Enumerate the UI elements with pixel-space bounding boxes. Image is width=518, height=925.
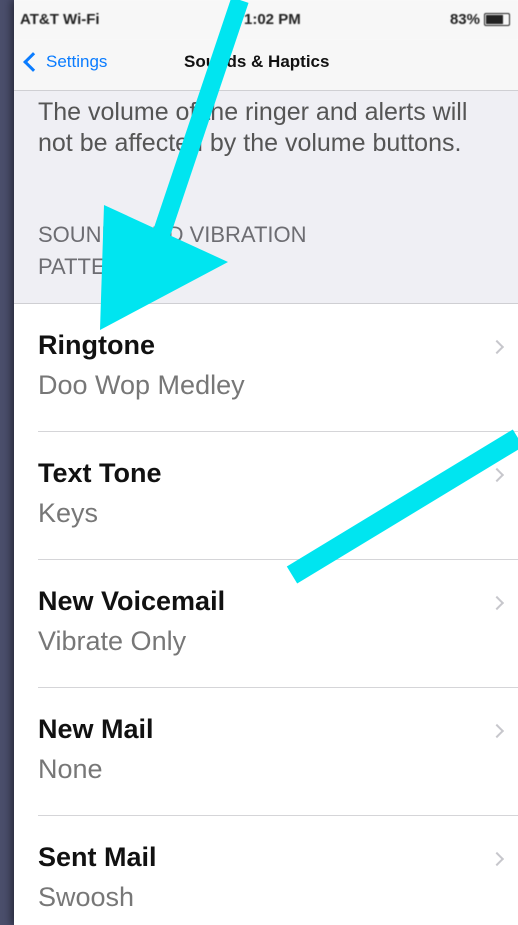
chevron-right-icon <box>489 851 505 867</box>
battery-percentage: 83% <box>449 11 480 28</box>
row-title: Sent Mail <box>38 842 157 872</box>
status-right: 83% <box>450 11 510 28</box>
row-title: Ringtone <box>38 330 155 360</box>
navigation-bar: Settings Sounds & Haptics <box>14 40 518 91</box>
new-voicemail-row[interactable]: New Voicemail Vibrate Only <box>38 560 518 688</box>
section-title: SOUNDS AND VIBRATION PATTERNS <box>38 222 307 279</box>
row-value: Swoosh <box>38 882 135 912</box>
row-value: Doo Wop Medley <box>38 370 245 400</box>
row-title: Text Tone <box>38 458 162 488</box>
sent-mail-row[interactable]: Sent Mail Swoosh <box>38 816 518 925</box>
status-time: 1:02 PM <box>244 11 301 28</box>
chevron-right-icon <box>489 467 505 483</box>
carrier-label: AT&T Wi-Fi <box>20 11 100 28</box>
row-title: New Voicemail <box>38 586 226 616</box>
row-value: Vibrate Only <box>38 626 187 656</box>
ringtone-row[interactable]: Ringtone Doo Wop Medley <box>38 304 518 432</box>
chevron-right-icon <box>489 339 505 355</box>
back-label: Settings <box>46 52 108 71</box>
row-value: None <box>38 754 103 784</box>
new-mail-row[interactable]: New Mail None <box>38 688 518 816</box>
text-tone-row[interactable]: Text Tone Keys <box>38 432 518 560</box>
sounds-list: Ringtone Doo Wop Medley Text Tone Keys N… <box>14 303 518 925</box>
phone-screen: AT&T Wi-Fi 1:02 PM 83% Settings Sounds &… <box>14 0 518 925</box>
row-title: New Mail <box>38 714 154 744</box>
battery-icon <box>484 13 510 26</box>
row-value: Keys <box>38 498 99 528</box>
page-title: Sounds & Haptics <box>184 52 330 71</box>
chevron-right-icon <box>489 595 505 611</box>
back-button[interactable]: Settings <box>22 52 107 72</box>
chevron-right-icon <box>489 723 505 739</box>
status-bar: AT&T Wi-Fi 1:02 PM 83% <box>14 0 518 40</box>
section-header: The volume of the ringer and alerts will… <box>14 91 518 303</box>
ringer-footer-text: The volume of the ringer and alerts will… <box>38 98 468 157</box>
chevron-left-icon <box>23 52 43 72</box>
